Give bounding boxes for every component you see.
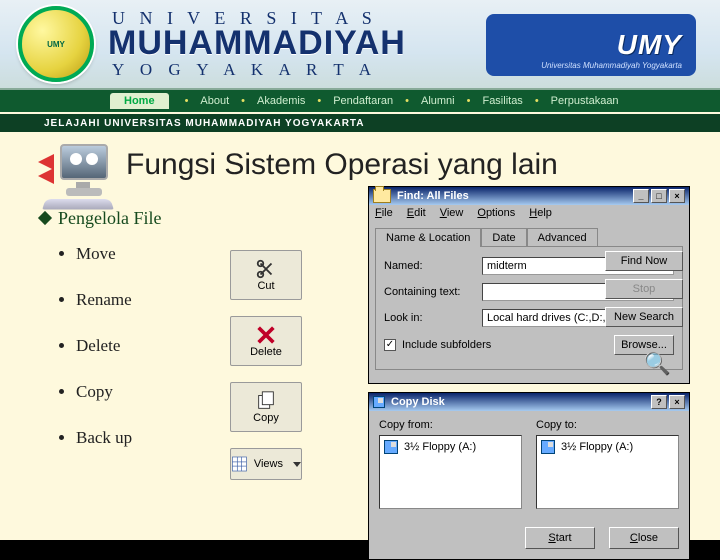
- minimize-button[interactable]: _: [633, 189, 649, 203]
- copydisk-title-text: Copy Disk: [391, 396, 445, 408]
- list-item[interactable]: 3½ Floppy (A:): [384, 440, 517, 454]
- floppy-icon: [384, 440, 398, 454]
- copy-from-list[interactable]: 3½ Floppy (A:): [379, 435, 522, 509]
- cut-button[interactable]: Cut: [230, 250, 302, 300]
- section-heading: Pengelola File: [40, 208, 161, 229]
- main-nav: Home • About • Akademis • Pendaftaran • …: [0, 90, 720, 112]
- umy-abbrev: UMY: [617, 29, 682, 61]
- bullet-move: Move: [76, 244, 132, 264]
- nav-home[interactable]: Home: [110, 93, 169, 109]
- magnifier-icon: 🔍: [644, 351, 671, 377]
- dropdown-caret-icon: [293, 462, 301, 467]
- stop-button[interactable]: Stop: [605, 279, 683, 299]
- umy-fullname: Universitas Muhammadiyah Yogyakarta: [541, 61, 682, 70]
- disk-icon: [373, 396, 385, 408]
- computer-monitor-icon: [38, 140, 116, 210]
- maximize-button[interactable]: □: [651, 189, 667, 203]
- find-now-button[interactable]: Find Now: [605, 251, 683, 271]
- containing-label: Containing text:: [384, 286, 476, 298]
- delete-x-icon: [255, 324, 277, 346]
- delete-label: Delete: [250, 346, 282, 358]
- find-tabs: Name & Location Date Advanced: [375, 227, 683, 246]
- find-titlebar[interactable]: Find: All Files _ □ ×: [369, 187, 689, 205]
- nav-separator: •: [535, 95, 539, 107]
- university-seal: UMY: [18, 6, 94, 82]
- find-menubar: File Edit View Options Help: [369, 205, 689, 223]
- nav-separator: •: [317, 95, 321, 107]
- bullet-backup: Back up: [76, 428, 132, 448]
- menu-view[interactable]: View: [440, 207, 464, 221]
- diamond-bullet-icon: [38, 211, 52, 225]
- nav-pendaftaran[interactable]: Pendaftaran: [333, 95, 393, 107]
- slide-content: Fungsi Sistem Operasi yang lain Pengelol…: [0, 132, 720, 540]
- scissors-icon: [255, 258, 277, 280]
- nav-about[interactable]: About: [200, 95, 229, 107]
- copy-pages-icon: [255, 390, 277, 412]
- delete-button[interactable]: Delete: [230, 316, 302, 366]
- university-main-text: MUHAMMADIYAH: [108, 24, 406, 63]
- nav-separator: •: [185, 95, 189, 107]
- find-folder-icon: [373, 189, 391, 203]
- copy-disk-dialog: Copy Disk ? × Copy from: 3½ Floppy (A:): [368, 392, 690, 560]
- nav-separator: •: [467, 95, 471, 107]
- copydisk-titlebar[interactable]: Copy Disk ? ×: [369, 393, 689, 411]
- include-subfolders-label: Include subfolders: [402, 339, 491, 351]
- copy-button[interactable]: Copy: [230, 382, 302, 432]
- close-dialog-button[interactable]: Close: [609, 527, 679, 549]
- toolbar-column: Cut Delete Copy Views: [230, 250, 302, 480]
- bullet-delete: Delete: [76, 336, 132, 356]
- copy-from-label: Copy from:: [379, 419, 522, 431]
- university-sub-text: Y O G Y A K A R T A: [112, 60, 377, 80]
- nav-alumni[interactable]: Alumni: [421, 95, 455, 107]
- views-grid-icon: [231, 453, 248, 475]
- site-header: UMY U N I V E R S I T A S MUHAMMADIYAH Y…: [0, 0, 720, 90]
- nav-separator: •: [405, 95, 409, 107]
- floppy-icon: [541, 440, 555, 454]
- umy-badge: UMY Universitas Muhammadiyah Yogyakarta: [486, 14, 696, 76]
- named-label: Named:: [384, 260, 476, 272]
- bullet-copy: Copy: [76, 382, 132, 402]
- help-button[interactable]: ?: [651, 395, 667, 409]
- close-button[interactable]: ×: [669, 395, 685, 409]
- lookin-label: Look in:: [384, 312, 476, 324]
- list-item[interactable]: 3½ Floppy (A:): [541, 440, 674, 454]
- menu-options[interactable]: Options: [477, 207, 515, 221]
- include-subfolders-checkbox[interactable]: ✓: [384, 339, 396, 351]
- close-button[interactable]: ×: [669, 189, 685, 203]
- views-button[interactable]: Views: [230, 448, 302, 480]
- views-label: Views: [254, 458, 283, 470]
- tab-name-location[interactable]: Name & Location: [375, 228, 481, 247]
- start-button[interactable]: Start: [525, 527, 595, 549]
- menu-edit[interactable]: Edit: [407, 207, 426, 221]
- nav-separator: •: [241, 95, 245, 107]
- cut-label: Cut: [257, 280, 274, 292]
- find-title-text: Find: All Files: [397, 190, 469, 202]
- new-search-button[interactable]: New Search: [605, 307, 683, 327]
- copy-label: Copy: [253, 412, 279, 424]
- bullet-list: Move Rename Delete Copy Back up: [76, 244, 132, 474]
- copy-to-list[interactable]: 3½ Floppy (A:): [536, 435, 679, 509]
- nav-perpustakaan[interactable]: Perpustakaan: [551, 95, 619, 107]
- tab-date[interactable]: Date: [481, 228, 526, 247]
- bullet-rename: Rename: [76, 290, 132, 310]
- tab-advanced[interactable]: Advanced: [527, 228, 598, 247]
- nav-akademis[interactable]: Akademis: [257, 95, 305, 107]
- find-side-buttons: Find Now Stop New Search: [605, 251, 683, 327]
- menu-file[interactable]: File: [375, 207, 393, 221]
- marquee-bar: JELAJAHI UNIVERSITAS MUHAMMADIYAH YOGYAK…: [0, 112, 720, 132]
- copy-to-label: Copy to:: [536, 419, 679, 431]
- nav-fasilitas[interactable]: Fasilitas: [482, 95, 522, 107]
- slide-title: Fungsi Sistem Operasi yang lain: [126, 148, 558, 182]
- find-files-window: Find: All Files _ □ × File Edit View Opt…: [368, 186, 690, 384]
- menu-help[interactable]: Help: [529, 207, 552, 221]
